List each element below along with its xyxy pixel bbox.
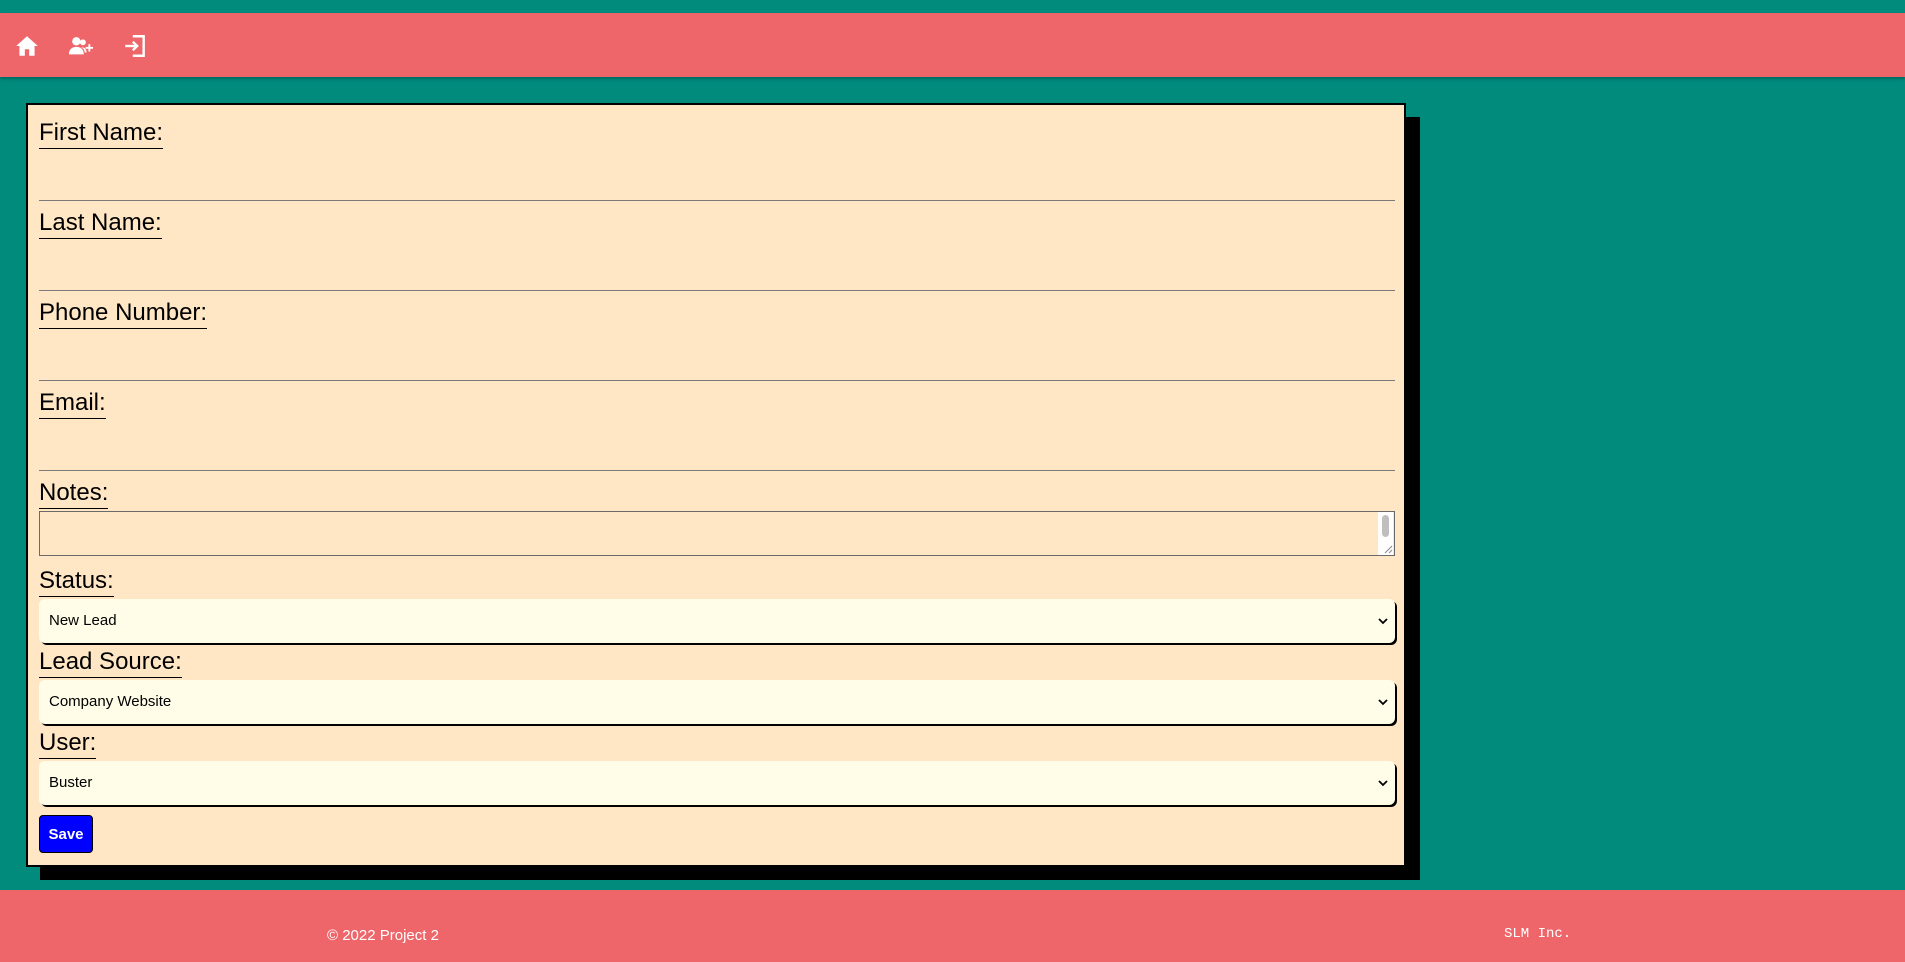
notes-label: Notes: bbox=[39, 479, 109, 509]
footer-copyright: © 2022 Project 2 bbox=[327, 927, 439, 944]
chevron-down-icon bbox=[1378, 618, 1388, 625]
save-button[interactable]: Save bbox=[39, 815, 93, 853]
user-label: User: bbox=[39, 729, 97, 759]
status-label: Status: bbox=[39, 567, 114, 597]
user-selected-value: Buster bbox=[49, 774, 93, 791]
first-name-label: First Name: bbox=[39, 119, 164, 149]
resize-grip-icon[interactable] bbox=[1383, 544, 1393, 554]
last-name-input[interactable] bbox=[39, 254, 1395, 291]
user-select[interactable]: Buster bbox=[39, 761, 1395, 805]
chevron-down-icon bbox=[1378, 780, 1388, 787]
phone-number-label: Phone Number: bbox=[39, 299, 208, 329]
add-user-icon[interactable] bbox=[68, 33, 94, 59]
footer: © 2022 Project 2 SLM Inc. bbox=[0, 890, 1905, 962]
email-label: Email: bbox=[39, 389, 106, 419]
top-nav-bar bbox=[0, 13, 1905, 77]
status-select[interactable]: New Lead bbox=[39, 599, 1395, 643]
status-selected-value: New Lead bbox=[49, 612, 117, 629]
notes-scroll-thumb[interactable] bbox=[1382, 515, 1389, 537]
notes-textarea[interactable] bbox=[39, 511, 1395, 556]
footer-company-name: SLM Inc. bbox=[1504, 926, 1572, 942]
chevron-down-icon bbox=[1378, 699, 1388, 706]
last-name-label: Last Name: bbox=[39, 209, 162, 239]
first-name-input[interactable] bbox=[39, 164, 1395, 201]
lead-source-select[interactable]: Company Website bbox=[39, 680, 1395, 724]
phone-number-input[interactable] bbox=[39, 344, 1395, 381]
email-input[interactable] bbox=[39, 434, 1395, 471]
new-lead-form: First Name: Last Name: Phone Number: Ema… bbox=[26, 103, 1406, 867]
sign-out-icon[interactable] bbox=[122, 33, 148, 59]
lead-source-selected-value: Company Website bbox=[49, 693, 172, 710]
home-icon[interactable] bbox=[14, 33, 40, 59]
lead-source-label: Lead Source: bbox=[39, 648, 182, 678]
